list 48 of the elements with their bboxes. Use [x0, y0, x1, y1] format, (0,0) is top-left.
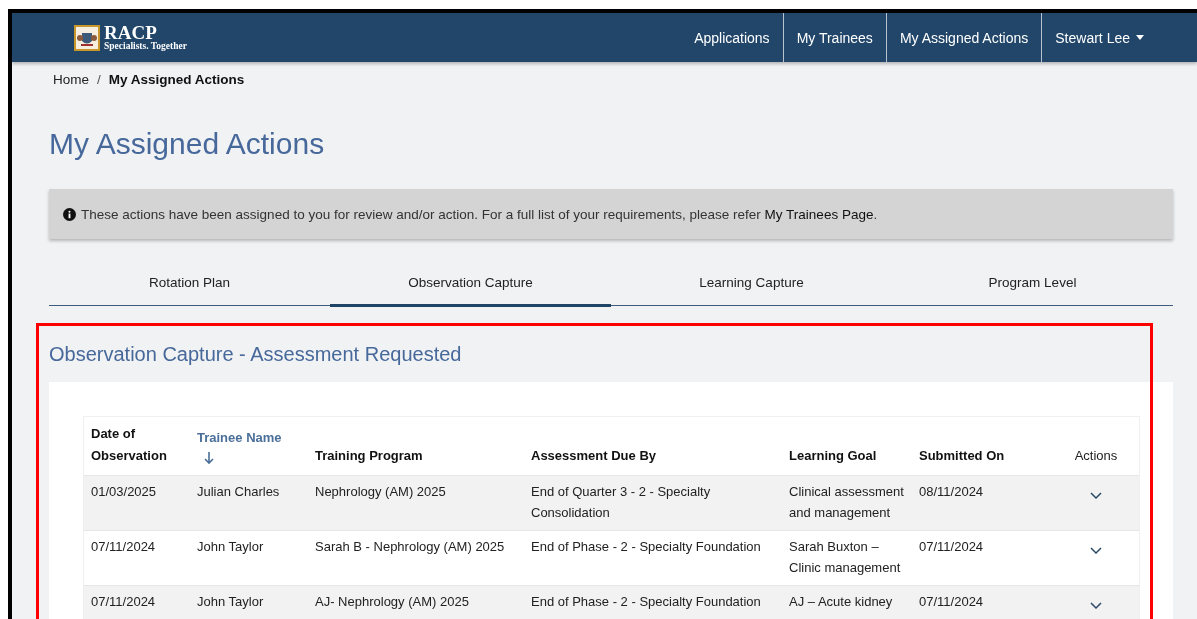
nav-link[interactable]: My Assigned Actions	[886, 13, 1042, 62]
table-cell-text: 08/11/2024	[919, 483, 985, 501]
table-cell-text: Sarah Buxton – Clinic management	[789, 538, 902, 577]
section-title: Observation Capture - Assessment Requested	[49, 343, 463, 367]
column-header[interactable]: Trainee Name	[197, 427, 302, 449]
table-cell-text: AJ- Nephrology (AM) 2025	[315, 593, 470, 611]
table-cell-text: Nephrology (AM) 2025	[315, 483, 447, 501]
column-header[interactable]: Assessment Due By	[531, 445, 776, 467]
crest-icon	[74, 24, 100, 51]
table-cell-text: End of Phase - 2 - Specialty Foundation	[531, 538, 762, 556]
tab[interactable]: Program Level	[892, 261, 1173, 307]
info-icon	[63, 207, 76, 221]
column-header[interactable]: Training Program	[315, 445, 518, 467]
table-cell-text: 07/11/2024	[91, 538, 157, 556]
table-cell-text: Julian Charles	[197, 483, 281, 501]
table-cell-text: 07/11/2024	[919, 538, 985, 556]
user-menu[interactable]: Stewart Lee	[1042, 13, 1157, 62]
tab[interactable]: Observation Capture	[330, 261, 611, 307]
logo-name: RACP	[104, 23, 157, 43]
column-header[interactable]: Date of Observation	[91, 423, 184, 467]
breadcrumb-separator: /	[97, 72, 101, 87]
column-header[interactable]: Submitted On	[919, 445, 1046, 467]
breadcrumb-current: My Assigned Actions	[108, 72, 245, 87]
table-cell-text: End of Quarter 3 - 2 - Specialty Consolidation	[531, 483, 712, 522]
page-title: My Assigned Actions	[49, 127, 326, 161]
nav-link[interactable]: My Trainees	[783, 13, 886, 62]
chevron-down-icon	[1090, 547, 1102, 554]
table-cell-text: 01/03/2025	[91, 483, 158, 501]
table-cell-text: End of Phase - 2 - Specialty Foundation	[531, 593, 762, 611]
chevron-down-icon	[1090, 602, 1102, 609]
table-cell-text: Sarah B - Nephrology (AM) 2025	[315, 538, 506, 556]
breadcrumb-link[interactable]: Home	[53, 72, 89, 87]
tab[interactable]: Rotation Plan	[49, 261, 330, 307]
column-header[interactable]: Learning Goal	[789, 445, 906, 467]
table-cell-text: John Taylor	[197, 538, 265, 556]
table-cell-text: 07/11/2024	[919, 593, 985, 611]
table-cell-text: AJ – Acute kidney	[789, 593, 894, 611]
caret-icon	[1136, 35, 1144, 40]
tab[interactable]: Learning Capture	[611, 261, 892, 307]
notice-text: These actions have been assigned to you for review and/or action. For a full list of your requirements, please refer My Trainees Page.	[81, 206, 878, 222]
chevron-down-icon	[1090, 492, 1102, 499]
logo-tagline: Specialists. Together	[104, 42, 187, 52]
table-cell-text: John Taylor	[197, 593, 265, 611]
nav-link[interactable]: Applications	[681, 13, 783, 62]
table-cell-text: Clinical assessment and management	[789, 483, 905, 522]
sort-arrow-icon	[204, 452, 214, 465]
table-cell-text: 07/11/2024	[91, 593, 157, 611]
column-header: Actions	[1074, 447, 1118, 465]
